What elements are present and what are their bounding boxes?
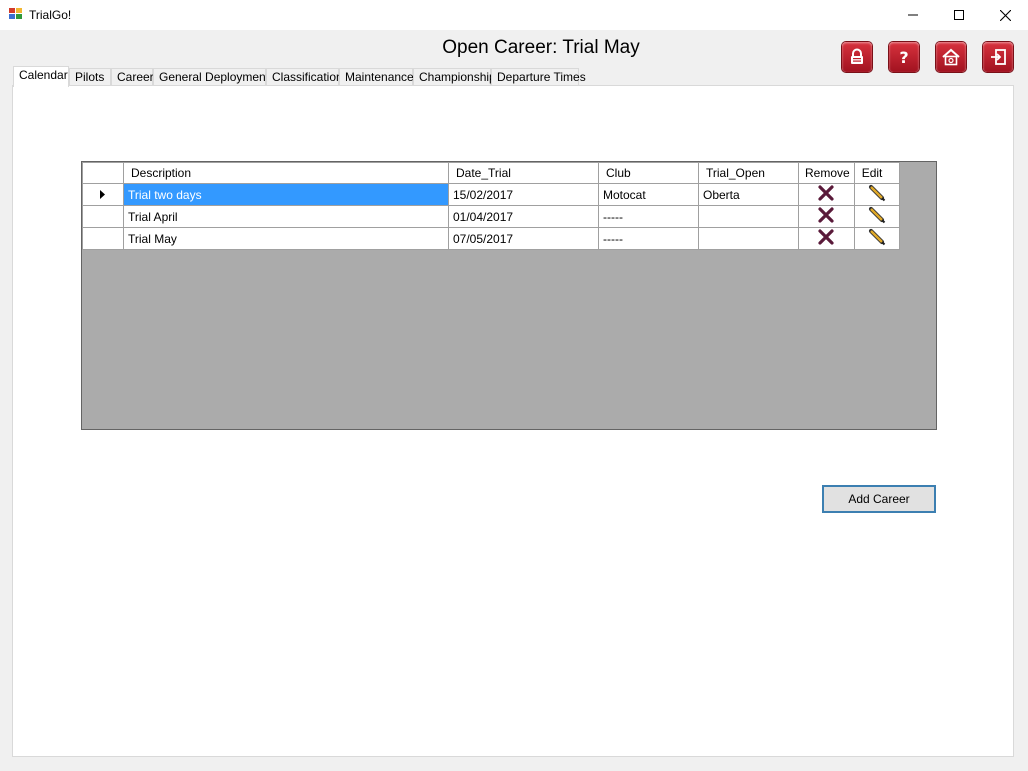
page-title: Open Career: Trial May	[442, 37, 640, 58]
tab-championship[interactable]: Championship	[413, 68, 496, 85]
tab-maintenance[interactable]: Maintenance	[339, 68, 414, 85]
cell-club[interactable]: Motocat	[598, 183, 699, 206]
column-header-edit[interactable]: Edit	[853, 162, 900, 184]
remove-icon	[818, 229, 834, 245]
window-title: TrialGo!	[29, 8, 72, 22]
tab-pilots[interactable]: Pilots	[69, 68, 111, 85]
remove-icon	[818, 207, 834, 223]
help-icon: ?	[899, 48, 908, 66]
current-row-indicator-icon	[100, 189, 105, 199]
exit-icon	[991, 49, 1006, 65]
add-career-button[interactable]: Add Career	[822, 485, 936, 513]
cell-date-trial[interactable]: 07/05/2017	[448, 227, 599, 250]
table-row[interactable]: Trial April 01/04/2017 -----	[82, 205, 900, 228]
edit-button[interactable]	[853, 227, 900, 250]
cell-trial-open[interactable]	[698, 205, 799, 228]
remove-button[interactable]	[798, 183, 855, 206]
row-header[interactable]	[82, 183, 124, 206]
help-button[interactable]: ?	[889, 42, 919, 72]
exit-button[interactable]	[983, 42, 1013, 72]
remove-button[interactable]	[798, 227, 855, 250]
column-header-club[interactable]: Club	[598, 162, 699, 184]
close-button[interactable]	[982, 0, 1028, 30]
lock-icon	[851, 48, 863, 64]
cell-description[interactable]: Trial April	[123, 205, 449, 228]
column-header-description[interactable]: Description	[123, 162, 449, 184]
cell-club[interactable]: -----	[598, 205, 699, 228]
grid-header-row: Description Date_Trial Club Trial_Open R…	[82, 162, 900, 184]
cell-date-trial[interactable]: 01/04/2017	[448, 205, 599, 228]
tab-classification[interactable]: Classification	[266, 68, 343, 85]
maximize-button[interactable]	[936, 0, 982, 30]
remove-icon	[818, 185, 834, 201]
grid-corner-header	[82, 162, 124, 184]
title-bar: TrialGo!	[0, 0, 1028, 30]
cell-club[interactable]: -----	[598, 227, 699, 250]
column-header-trial-open[interactable]: Trial_Open	[698, 162, 799, 184]
cell-trial-open[interactable]: Oberta	[698, 183, 799, 206]
home-button[interactable]	[936, 42, 966, 72]
svg-text:?: ?	[899, 48, 908, 66]
table-row[interactable]: Trial May 07/05/2017 -----	[82, 227, 900, 250]
edit-button[interactable]	[853, 205, 900, 228]
close-icon	[999, 9, 1011, 21]
column-header-date-trial[interactable]: Date_Trial	[448, 162, 599, 184]
cell-date-trial[interactable]: 15/02/2017	[448, 183, 599, 206]
row-header[interactable]	[82, 205, 124, 228]
edit-button[interactable]	[853, 183, 900, 206]
minimize-button[interactable]	[890, 0, 936, 30]
cell-trial-open[interactable]	[698, 227, 799, 250]
pencil-icon	[868, 184, 885, 202]
pencil-icon	[868, 228, 885, 246]
cell-description[interactable]: Trial two days	[123, 183, 449, 206]
minimize-icon	[908, 14, 918, 16]
calendar-table: Description Date_Trial Club Trial_Open R…	[82, 162, 900, 250]
home-icon	[942, 48, 960, 66]
tab-career[interactable]: Career	[111, 68, 154, 85]
tab-departure-times[interactable]: Departure Times	[491, 68, 586, 85]
tab-calendar[interactable]: Calendar	[13, 66, 69, 87]
lock-button[interactable]	[842, 42, 872, 72]
pencil-icon	[868, 206, 885, 224]
maximize-icon	[954, 10, 964, 20]
row-header[interactable]	[82, 227, 124, 250]
tab-general-deployments[interactable]: General Deployments	[153, 68, 275, 85]
remove-button[interactable]	[798, 205, 855, 228]
cell-description[interactable]: Trial May	[123, 227, 449, 250]
column-header-remove[interactable]: Remove	[798, 162, 855, 184]
app-icon	[9, 8, 22, 19]
main-window: TrialGo! Open Career: Trial May ? Calend…	[0, 0, 1028, 771]
calendar-grid[interactable]: Description Date_Trial Club Trial_Open R…	[81, 161, 937, 430]
table-row[interactable]: Trial two days 15/02/2017 Motocat Oberta	[82, 183, 900, 206]
